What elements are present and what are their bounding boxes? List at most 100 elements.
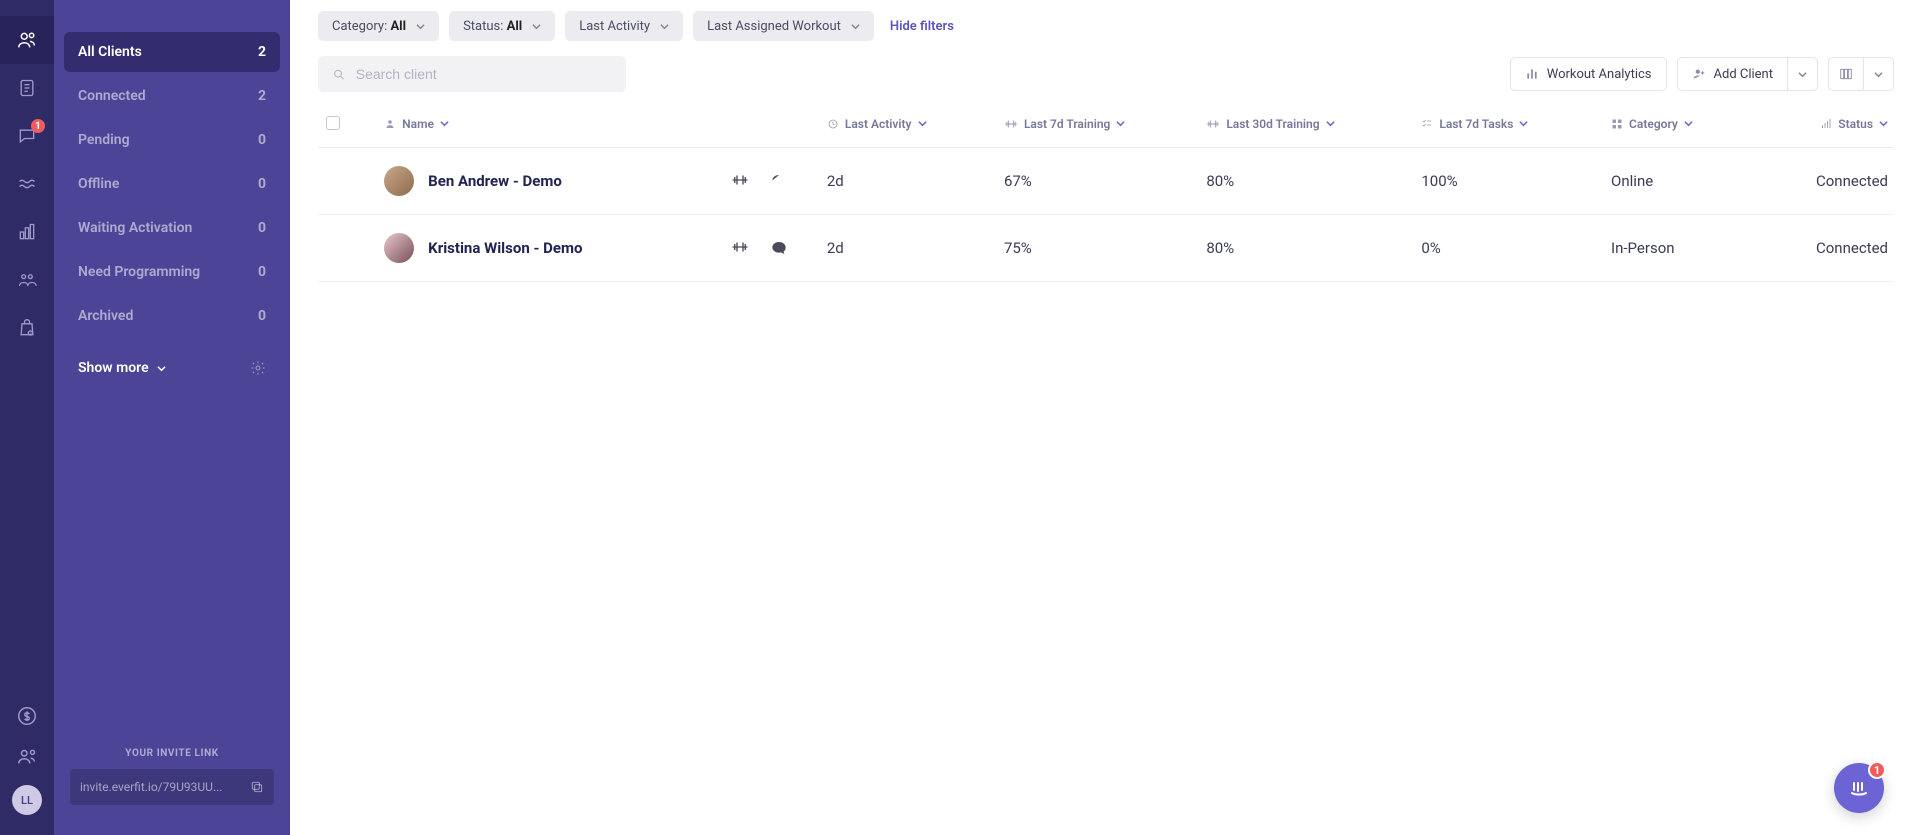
client-name: Ben Andrew - Demo [428,172,562,190]
sidebar-item-label: Waiting Activation [78,220,192,236]
gear-icon[interactable] [250,360,266,376]
show-more-label: Show more [78,360,149,376]
search-input[interactable] [356,66,612,82]
chevron-down-icon [1874,70,1883,79]
messages-badge: 1 [31,119,45,133]
filter-status-prefix: Status: [463,19,507,34]
chevron-down-icon [660,22,669,31]
cell-30d-training: 80% [1198,148,1413,215]
chevron-down-icon [416,22,425,31]
hide-filters-link[interactable]: Hide filters [890,19,954,34]
sidebar-item-label: Pending [78,132,130,148]
rail-library[interactable] [0,64,54,112]
rail-messages[interactable]: 1 [0,112,54,160]
filter-last-activity[interactable]: Last Activity [565,11,683,41]
sidebar-item-all-clients[interactable]: All Clients 2 [64,32,280,72]
sidebar-item-count: 2 [258,44,266,60]
workout-analytics-button[interactable]: Workout Analytics [1510,57,1667,91]
sidebar-item-count: 0 [258,220,266,236]
sidebar-item-waiting[interactable]: Waiting Activation 0 [64,208,280,248]
shopping-bag-icon: $ [17,318,37,338]
invite-link-section: YOUR INVITE LINK invite.everfit.io/79U93… [54,748,290,835]
cell-7d-training: 67% [996,148,1198,215]
people-icon [16,29,38,51]
dumbbell-icon[interactable] [731,173,749,187]
cell-7d-tasks: 100% [1413,148,1603,215]
column-header-name[interactable]: Name [384,117,449,131]
invite-link-box[interactable]: invite.everfit.io/79U93UU... [70,769,274,805]
chevron-down-icon [1879,119,1888,128]
filter-last-assigned-label: Last Assigned Workout [707,19,841,34]
cell-category: In-Person [1603,215,1755,282]
chat-badge: 1 [1868,761,1886,779]
sidebar-item-offline[interactable]: Offline 0 [64,164,280,204]
user-avatar[interactable]: LL [12,785,42,815]
message-icon[interactable] [771,240,787,256]
cell-category: Online [1603,148,1755,215]
clients-table: Name Last Activity Last 7d Training [318,102,1894,282]
client-groups-panel: All Clients 2 Connected 2 Pending 0 Offl… [54,0,290,835]
sidebar-item-count: 0 [258,176,266,192]
sidebar-item-pending[interactable]: Pending 0 [64,120,280,160]
filter-category[interactable]: Category: All [318,11,439,41]
analytics-icon [1525,67,1539,81]
nav-rail: 1 $ LL [0,0,54,835]
filter-last-assigned[interactable]: Last Assigned Workout [693,11,874,41]
message-icon[interactable] [771,173,787,189]
search-box[interactable] [318,56,626,92]
sidebar-item-archived[interactable]: Archived 0 [64,296,280,336]
client-name: Kristina Wilson - Demo [428,239,582,257]
sidebar-item-need-programming[interactable]: Need Programming 0 [64,252,280,292]
copy-icon[interactable] [250,780,264,794]
sidebar-item-label: Offline [78,176,119,192]
rail-team[interactable] [0,256,54,304]
chevron-down-icon [1326,119,1335,128]
cell-7d-training: 75% [996,215,1198,282]
waves-icon [17,174,37,194]
chevron-down-icon [440,119,449,128]
sidebar-item-connected[interactable]: Connected 2 [64,76,280,116]
table-row[interactable]: Ben Andrew - Demo 2d 67% 80% 100% Online… [318,148,1894,215]
rail-referrals[interactable] [0,745,54,767]
filter-status[interactable]: Status: All [449,11,555,41]
show-more-groups[interactable]: Show more [78,360,266,376]
person-icon [384,118,396,130]
grid-icon [1611,118,1623,130]
cell-30d-training: 80% [1198,215,1413,282]
add-client-dropdown[interactable] [1787,57,1818,91]
filter-last-activity-label: Last Activity [579,19,650,34]
column-header-category[interactable]: Category [1611,117,1693,131]
intercom-chat-button[interactable]: 1 [1834,763,1884,813]
select-all-checkbox[interactable] [326,116,340,130]
chevron-down-icon [157,364,166,373]
filter-status-value: All [507,19,523,34]
table-row[interactable]: Kristina Wilson - Demo 2d 75% 80% 0% In-… [318,215,1894,282]
column-header-7d-tasks[interactable]: Last 7d Tasks [1421,117,1528,131]
filter-bar: Category: All Status: All Last Activity … [318,6,1894,46]
chevron-down-icon [918,119,927,128]
sidebar-item-label: All Clients [78,44,142,60]
rail-clients[interactable] [0,16,54,64]
column-header-7d-training[interactable]: Last 7d Training [1004,117,1125,131]
rail-analytics[interactable] [0,208,54,256]
sidebar-item-count: 0 [258,264,266,280]
column-header-last-activity[interactable]: Last Activity [827,117,927,131]
rail-store[interactable]: $ [0,304,54,352]
add-client-button[interactable]: Add Client [1677,57,1787,91]
rail-programs[interactable] [0,160,54,208]
dumbbell-icon[interactable] [731,240,749,254]
columns-icon [1839,67,1853,81]
cell-last-activity: 2d [819,215,996,282]
columns-button[interactable] [1828,57,1863,91]
columns-dropdown[interactable] [1863,57,1894,91]
chevron-down-icon [1116,119,1125,128]
filter-category-prefix: Category: [332,19,390,34]
chevron-down-icon [1684,119,1693,128]
clock-icon [827,118,839,130]
column-header-30d-training[interactable]: Last 30d Training [1206,117,1334,131]
invite-link-header: YOUR INVITE LINK [125,748,218,759]
column-header-status[interactable]: Status [1820,117,1888,131]
rail-billing[interactable] [0,705,54,727]
sidebar-item-label: Archived [78,308,133,324]
sidebar-item-label: Need Programming [78,264,200,280]
